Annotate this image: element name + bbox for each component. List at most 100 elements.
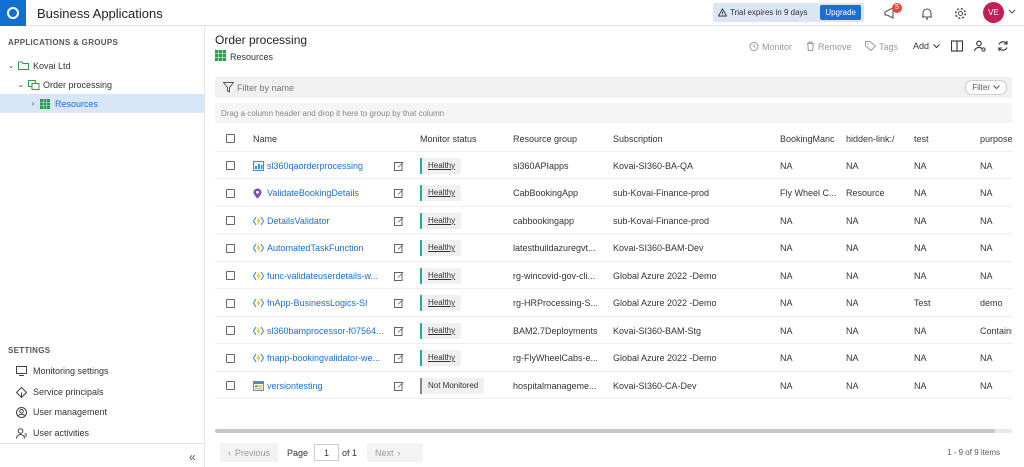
status-badge[interactable]: Healthy <box>420 212 462 229</box>
tags-label: Tags <box>879 42 899 52</box>
edit-icon[interactable] <box>394 326 404 336</box>
column-header-subscription[interactable]: Subscription <box>613 125 663 152</box>
column-header-test[interactable]: test <box>914 125 929 152</box>
resource-name-link[interactable]: sl360bamprocessor-f07564... <box>253 325 384 336</box>
scrollbar-thumb[interactable] <box>215 429 995 433</box>
row-checkbox[interactable] <box>226 271 235 280</box>
tree-item-kovai-ltd[interactable]: ⌄ Kovai Ltd <box>0 56 204 75</box>
edit-icon[interactable] <box>394 381 404 391</box>
row-checkbox[interactable] <box>226 298 235 308</box>
edit-icon[interactable] <box>394 216 404 226</box>
resource-name-link[interactable]: ValidateBookingDetails <box>253 188 359 199</box>
tags-button[interactable]: Tags <box>865 41 898 53</box>
filter-dropdown-label: Filter <box>972 83 990 92</box>
row-checkbox[interactable] <box>226 161 235 170</box>
group-panel[interactable]: Drag a column header and drop it here to… <box>215 103 1012 123</box>
filter-bar: Filter <box>215 77 1012 98</box>
group-hint: Drag a column header and drop it here to… <box>221 109 445 118</box>
edit-icon[interactable] <box>394 271 404 281</box>
chevron-down-icon[interactable] <box>1008 9 1016 15</box>
avatar[interactable]: VE <box>983 2 1004 23</box>
status-badge[interactable]: Healthy <box>420 295 462 311</box>
edit-icon[interactable] <box>394 243 404 253</box>
user-settings-icon[interactable] <box>974 40 986 52</box>
app-logo[interactable] <box>0 0 26 26</box>
filter-dropdown[interactable]: Filter <box>965 80 1007 95</box>
resource-name-link[interactable]: DetailsValidator <box>253 215 329 226</box>
settings-item-monitoring[interactable]: Monitoring settings <box>16 364 109 378</box>
column-header-monitor-status[interactable]: Monitor status <box>420 125 477 152</box>
table-row[interactable]: versiontesting Not Monitored hospitalmanag… <box>215 372 1012 399</box>
booking-cell: NA <box>780 353 793 363</box>
status-badge[interactable]: Not Monitored <box>420 377 485 394</box>
status-badge[interactable]: Healthy <box>420 240 462 256</box>
monitor-status-cell: Healthy <box>420 262 462 289</box>
table-row[interactable]: fnapp-bookingvalidator-we... Healthy rg-Fl… <box>215 345 1012 372</box>
columns-icon[interactable] <box>951 40 963 52</box>
horizontal-scrollbar[interactable] <box>215 429 1012 433</box>
edit-icon[interactable] <box>394 298 404 308</box>
resource-name-cell: ValidateBookingDetails <box>253 180 393 207</box>
announcement-icon[interactable]: 5 <box>884 3 902 20</box>
upgrade-button[interactable]: Upgrade <box>820 5 861 20</box>
tree-item-resources[interactable]: › Resources <box>0 94 204 113</box>
resource-name-link[interactable]: func-validateuserdetails-w... <box>253 270 378 281</box>
status-badge[interactable]: Healthy <box>420 322 462 339</box>
column-header-hidden-link[interactable]: hidden-link:/ <box>846 125 904 152</box>
table-row[interactable]: DetailsValidator Healthy cabbookingapp sub-… <box>215 207 1012 234</box>
edit-icon[interactable] <box>394 353 404 363</box>
refresh-icon[interactable] <box>997 40 1009 52</box>
edit-icon[interactable] <box>394 188 404 198</box>
previous-page-button[interactable]: ‹ Previous <box>220 443 279 462</box>
settings-item-user-activities[interactable]: User activities <box>16 426 89 440</box>
select-all-checkbox[interactable] <box>226 134 235 143</box>
test-cell: NA <box>914 325 927 336</box>
collapse-sidebar-icon[interactable]: « <box>189 450 196 464</box>
bell-icon[interactable] <box>920 6 934 20</box>
booking-cell: NA <box>780 270 793 281</box>
resource-name-link[interactable]: AutomatedTaskFunction <box>253 243 364 254</box>
next-page-button[interactable]: Next › <box>367 443 423 462</box>
table-row[interactable]: AutomatedTaskFunction Healthy latestbuilda… <box>215 235 1012 262</box>
row-checkbox[interactable] <box>226 216 235 225</box>
settings-item-service-principals[interactable]: Service principals <box>16 385 104 399</box>
chevron-left-icon: ‹ <box>228 447 231 458</box>
resource-name-link[interactable]: fnapp-bookingvalidator-we... <box>253 353 380 364</box>
status-badge[interactable]: Healthy <box>420 157 462 174</box>
resource-name-link[interactable]: versiontesting <box>253 380 323 391</box>
row-checkbox[interactable] <box>226 188 235 198</box>
column-header-resource-group[interactable]: Resource group <box>513 125 577 152</box>
row-checkbox[interactable] <box>226 243 235 253</box>
tree-item-order-processing[interactable]: ⌄ Order processing <box>0 75 204 94</box>
table-row[interactable]: fnApp-BusinessLogics-SI Healthy rg-HRProce… <box>215 290 1012 317</box>
resource-name-link[interactable]: fnApp-BusinessLogics-SI <box>253 298 368 309</box>
monitor-button[interactable]: Monitor <box>749 41 792 53</box>
status-badge[interactable]: Healthy <box>420 267 462 284</box>
column-header-booking[interactable]: BookingManc <box>780 125 838 152</box>
edit-icon[interactable] <box>394 161 404 171</box>
gear-icon[interactable] <box>953 6 967 20</box>
chevron-down-icon[interactable]: ⌄ <box>16 80 26 89</box>
page-number-input[interactable] <box>314 444 339 461</box>
column-header-name[interactable]: Name <box>253 125 277 152</box>
table-row[interactable]: sl360bamprocessor-f07564... Healthy BAM2.7… <box>215 317 1012 344</box>
chevron-down-icon <box>933 43 940 48</box>
resource-name-link[interactable]: sl360qaorderprocessing <box>253 160 363 171</box>
row-checkbox[interactable] <box>226 381 235 390</box>
column-header-purpose[interactable]: purpose <box>980 125 1012 152</box>
chevron-right-icon[interactable]: › <box>28 99 38 108</box>
table-row[interactable]: ValidateBookingDetails Healthy CabBookingA… <box>215 180 1012 207</box>
chevron-down-icon[interactable]: ⌄ <box>6 61 16 70</box>
table-row[interactable]: func-validateuserdetails-w... Healthy rg-w… <box>215 262 1012 289</box>
row-checkbox[interactable] <box>226 353 235 363</box>
monitor-status-cell: Healthy <box>420 290 462 317</box>
table-row[interactable]: sl360qaorderprocessing Healthy sl360APIapp… <box>215 152 1012 179</box>
settings-item-user-management[interactable]: User management <box>16 405 107 419</box>
status-badge[interactable]: Healthy <box>420 185 462 201</box>
status-badge[interactable]: Healthy <box>420 350 462 366</box>
remove-button[interactable]: Remove <box>806 41 852 53</box>
add-dropdown[interactable]: Add <box>913 41 940 51</box>
filter-input[interactable] <box>237 80 937 95</box>
row-checkbox[interactable] <box>226 326 235 335</box>
test-cell: NA <box>914 353 927 363</box>
